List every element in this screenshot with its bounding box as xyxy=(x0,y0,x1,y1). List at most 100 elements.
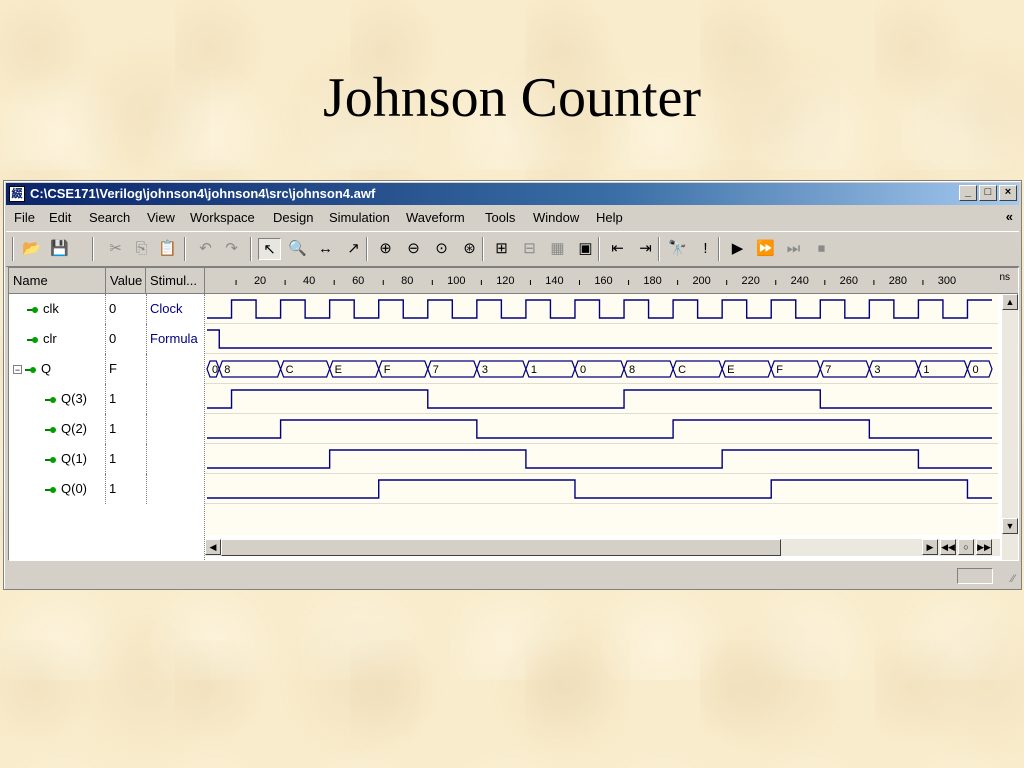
clr-waveform xyxy=(207,329,992,349)
bus-value-label: C xyxy=(286,364,294,376)
open-icon[interactable]: 📂 xyxy=(20,238,43,260)
bus-value-label: 0 xyxy=(212,364,218,376)
scroll-up-icon[interactable]: ▲ xyxy=(1002,294,1018,310)
toolbar-separator xyxy=(184,237,186,261)
menu-workspace[interactable]: Workspace xyxy=(190,210,255,225)
signal-row[interactable]: clk 0 Clock xyxy=(9,294,204,324)
menu-help[interactable]: Help xyxy=(596,210,623,225)
scroll-left-icon[interactable]: ◀ xyxy=(205,539,221,555)
signal-icon xyxy=(27,335,39,345)
signal-stimulus[interactable] xyxy=(146,414,207,444)
remove-signal-icon[interactable]: ⊟ xyxy=(518,238,541,260)
bus-value-label: 8 xyxy=(629,364,635,376)
signal-stimulus[interactable]: Clock xyxy=(146,294,207,324)
signal-row[interactable]: − Q F xyxy=(9,354,204,384)
clk-waveform xyxy=(207,299,992,319)
vertical-scrollbar[interactable]: ▲ ▼ xyxy=(1002,294,1018,560)
signal-stimulus[interactable] xyxy=(146,474,207,504)
redo-icon[interactable]: ↷ xyxy=(220,238,243,260)
waveform-area[interactable]: 08CEF73108CEF7310 xyxy=(205,294,998,535)
menu-bar: File Edit Search View Workspace Design S… xyxy=(6,207,1019,229)
copy-icon[interactable]: ⎘ xyxy=(130,238,153,260)
signal-stimulus[interactable] xyxy=(146,354,207,384)
find-icon[interactable]: 🔭 xyxy=(666,238,689,260)
ruler-tick-label: 140 xyxy=(545,275,563,287)
signal-label: Q(1) xyxy=(61,451,87,466)
bus-value-label: 0 xyxy=(972,364,978,376)
toolbar-separator xyxy=(250,237,252,261)
toolbar-separator xyxy=(92,237,94,261)
ruler-unit: ns xyxy=(999,272,1010,283)
signal-stimulus[interactable]: Formula xyxy=(146,324,207,354)
bus-value-label: 1 xyxy=(531,364,537,376)
stop-icon[interactable]: ⏹ xyxy=(810,238,833,260)
find-next-icon[interactable]: ! xyxy=(694,238,717,260)
run-for-icon[interactable]: ⏩ xyxy=(754,238,777,260)
select-waveform-icon[interactable]: ↗ xyxy=(342,238,365,260)
scroll-center-icon[interactable]: ○ xyxy=(958,539,974,555)
scroll-down-icon[interactable]: ▼ xyxy=(1002,518,1018,534)
horizontal-scrollbar[interactable]: ◀ ▶ ◀◀ ○ ▶▶ xyxy=(205,539,1000,556)
slide-title: Johnson Counter xyxy=(323,67,701,129)
zoom-fit-icon[interactable]: ⊙ xyxy=(430,238,453,260)
column-header-stimulus[interactable]: Stimul... xyxy=(146,268,205,294)
bus-value-label: E xyxy=(335,364,342,376)
bus-value-label: 7 xyxy=(433,364,439,376)
zoom-icon[interactable]: 🔍 xyxy=(286,238,309,260)
timeline-ruler[interactable]: 20 40 60 80 100 120 140 160 180 200 220 240 260 280 30… xyxy=(205,268,1018,294)
close-button[interactable]: × xyxy=(999,185,1017,201)
menu-file[interactable]: File xyxy=(14,210,35,225)
collapse-icon[interactable]: − xyxy=(13,365,22,375)
signal-row[interactable]: Q(3) 1 xyxy=(9,384,204,414)
menu-view[interactable]: View xyxy=(147,210,175,225)
signal-value: 0 xyxy=(105,294,149,324)
minimize-button[interactable]: _ xyxy=(959,185,977,201)
signal-stimulus[interactable] xyxy=(146,444,207,474)
scroll-end-icon[interactable]: ▶▶ xyxy=(976,539,992,555)
save-icon[interactable]: 💾 xyxy=(48,238,71,260)
run-icon[interactable]: ▶ xyxy=(726,238,749,260)
signal-name[interactable]: − Q xyxy=(9,354,108,384)
signal-row[interactable]: clr 0 Formula xyxy=(9,324,204,354)
ruler-tick-label: 160 xyxy=(594,275,612,287)
signal-stimulus[interactable] xyxy=(146,384,207,414)
menu-search[interactable]: Search xyxy=(89,210,130,225)
add-signal-icon[interactable]: ⊞ xyxy=(490,238,513,260)
menu-design[interactable]: Design xyxy=(273,210,313,225)
column-header-value[interactable]: Value xyxy=(106,268,146,294)
signal-icon xyxy=(45,485,57,495)
previous-edge-icon[interactable]: ⇤ xyxy=(606,238,629,260)
undo-icon[interactable]: ↶ xyxy=(194,238,217,260)
zoom-in-icon[interactable]: ⊕ xyxy=(374,238,397,260)
column-header-name[interactable]: Name xyxy=(9,268,106,294)
menu-waveform[interactable]: Waveform xyxy=(406,210,465,225)
compare-icon[interactable]: ▣ xyxy=(574,238,597,260)
horizontal-scroll-thumb[interactable] xyxy=(221,539,781,556)
select-pointer-icon[interactable]: ↖ xyxy=(258,238,281,260)
title-bar[interactable]: 綴 C:\CSE171\Verilog\johnson4\johnson4\sr… xyxy=(6,183,1019,205)
maximize-button[interactable]: □ xyxy=(979,185,997,201)
scroll-begin-icon[interactable]: ◀◀ xyxy=(940,539,956,555)
cut-icon[interactable]: ✂ xyxy=(104,238,127,260)
signal-icon xyxy=(25,365,37,375)
step-icon[interactable]: ⏭ xyxy=(782,238,805,260)
ruler-tick-label: 100 xyxy=(447,275,465,287)
zoom-range-icon[interactable]: ⊛ xyxy=(458,238,481,260)
menu-overflow-icon[interactable]: « xyxy=(1006,209,1013,224)
menu-tools[interactable]: Tools xyxy=(485,210,515,225)
scroll-right-icon[interactable]: ▶ xyxy=(922,539,938,555)
resize-grip-icon[interactable]: ⁄⁄ xyxy=(1011,573,1015,585)
group-icon[interactable]: ▦ xyxy=(546,238,569,260)
menu-window[interactable]: Window xyxy=(533,210,579,225)
signal-row[interactable]: Q(0) 1 xyxy=(9,474,204,504)
paste-icon[interactable]: 📋 xyxy=(156,238,179,260)
menu-edit[interactable]: Edit xyxy=(49,210,71,225)
zoom-out-icon[interactable]: ⊖ xyxy=(402,238,425,260)
signal-value: 1 xyxy=(105,444,149,474)
menu-simulation[interactable]: Simulation xyxy=(329,210,390,225)
measure-icon[interactable]: ↔ xyxy=(314,238,337,260)
next-edge-icon[interactable]: ⇥ xyxy=(634,238,657,260)
signal-row[interactable]: Q(1) 1 xyxy=(9,444,204,474)
signal-row[interactable]: Q(2) 1 xyxy=(9,414,204,444)
signal-label: Q(0) xyxy=(61,481,87,496)
